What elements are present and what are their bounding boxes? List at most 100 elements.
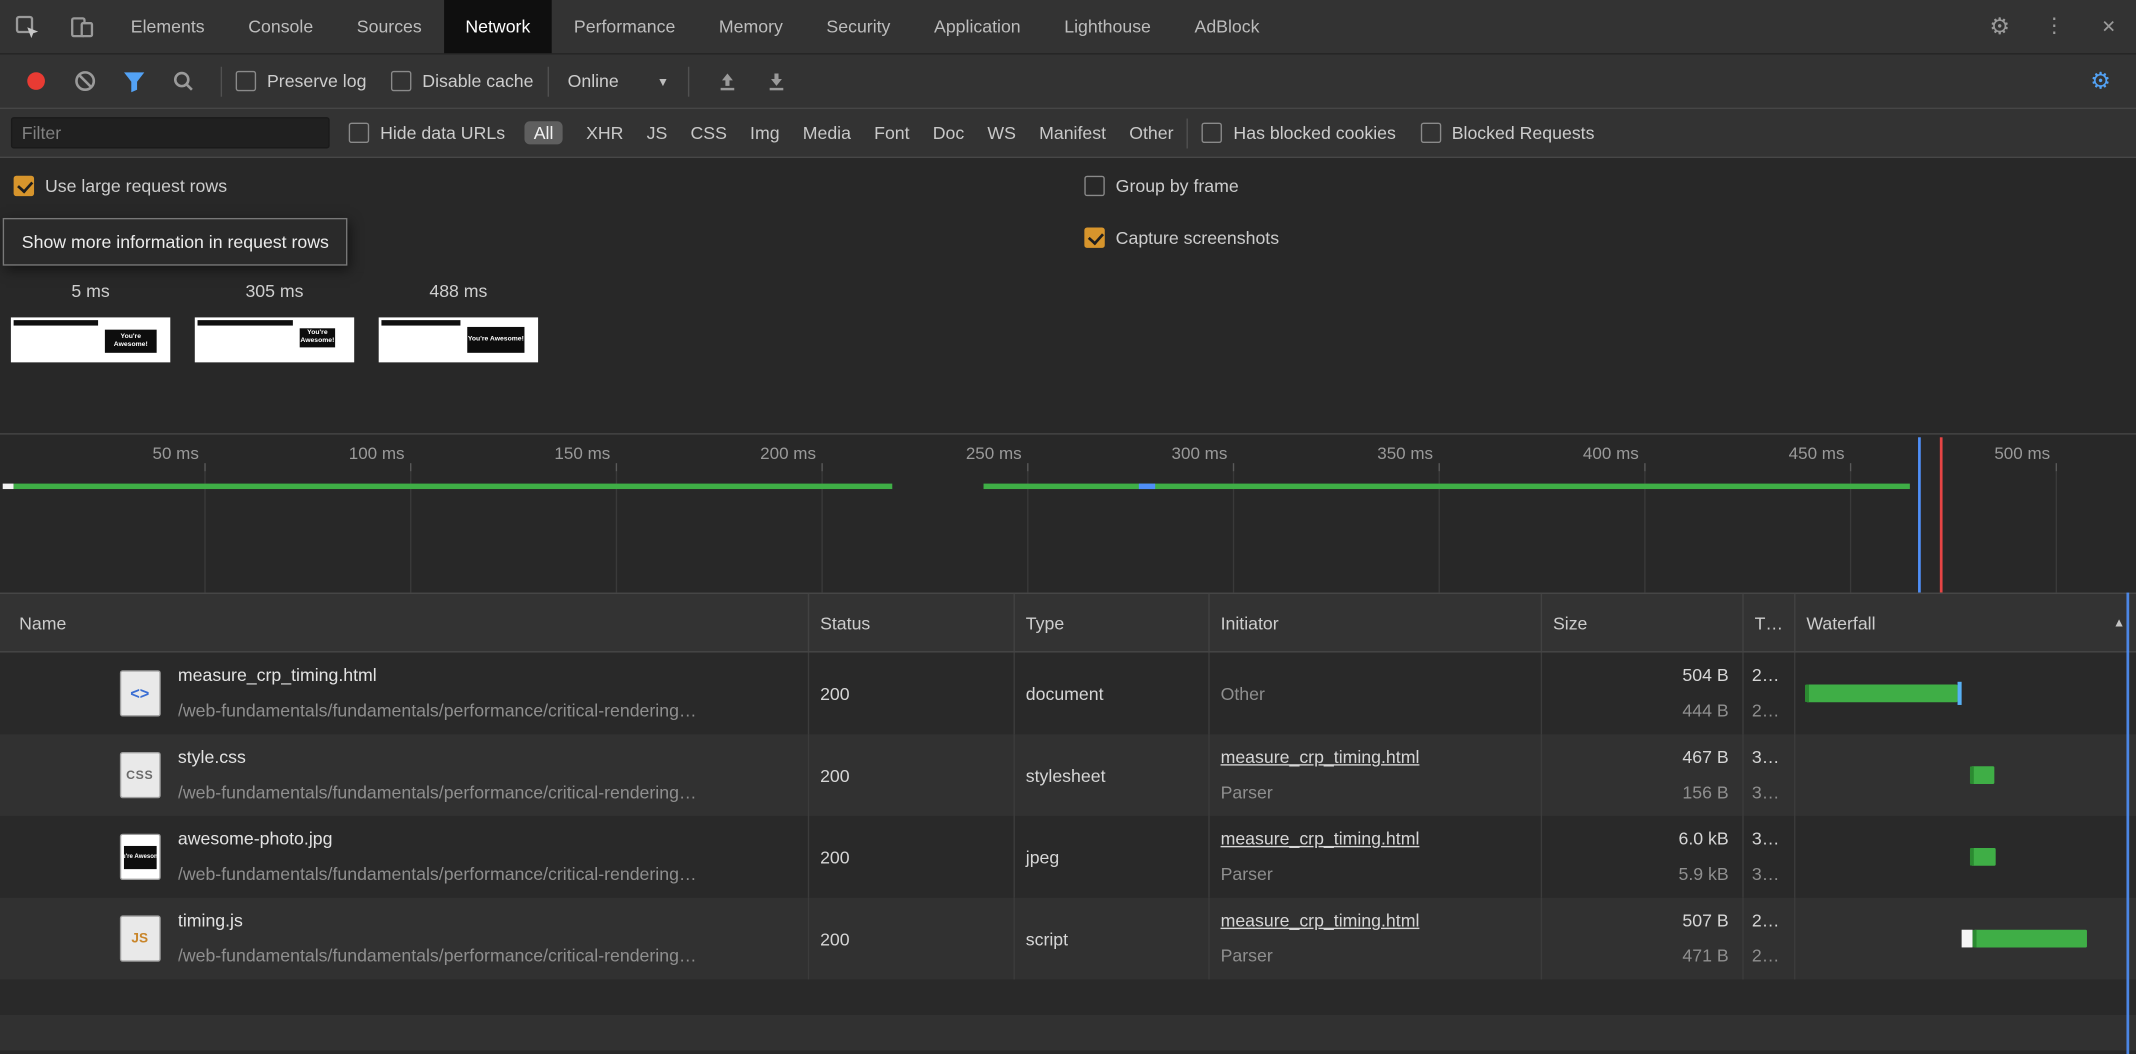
request-row[interactable]: JS timing.js /web-fundamentals/fundament…: [0, 898, 2136, 980]
waterfall-cell: [1795, 898, 2136, 980]
network-toolbar: Preserve log Disable cache Online ▼ ⚙: [0, 54, 2136, 108]
request-name: measure_crp_timing.html: [178, 658, 697, 693]
image-thumbnail-icon: You're Awesome!: [119, 834, 160, 880]
checkbox-box: [391, 71, 411, 91]
filter-toggle-button[interactable]: [109, 57, 158, 106]
initiator-link[interactable]: measure_crp_timing.html: [1221, 740, 1530, 775]
import-har-button[interactable]: [703, 57, 752, 106]
time-cell: 3…3…: [1744, 734, 1796, 816]
checkbox-box: [236, 71, 256, 91]
column-header-name[interactable]: Name: [0, 594, 809, 651]
tab-security[interactable]: Security: [805, 0, 913, 53]
filter-type-media[interactable]: Media: [803, 123, 851, 143]
blocked-requests-checkbox[interactable]: Blocked Requests: [1420, 123, 1594, 143]
column-header-type[interactable]: Type: [1015, 594, 1210, 651]
domcontentloaded-line: [2126, 593, 2129, 1054]
tab-adblock[interactable]: AdBlock: [1173, 0, 1282, 53]
use-large-request-rows-checkbox[interactable]: Use large request rows: [14, 176, 227, 196]
column-header-status[interactable]: Status: [809, 594, 1015, 651]
filmstrip-frame[interactable]: You're Awesome!: [11, 317, 170, 362]
hide-data-urls-checkbox[interactable]: Hide data URLs: [349, 123, 505, 143]
group-by-frame-checkbox[interactable]: Group by frame: [1084, 176, 1238, 196]
request-row[interactable]: You're Awesome! awesome-photo.jpg /web-f…: [0, 816, 2136, 898]
filter-type-xhr[interactable]: XHR: [586, 123, 623, 143]
filter-type-img[interactable]: Img: [750, 123, 780, 143]
funnel-icon: [122, 70, 145, 92]
request-name: timing.js: [178, 903, 697, 938]
waterfall-cell: [1795, 816, 2136, 898]
disable-cache-checkbox[interactable]: Disable cache: [391, 71, 534, 91]
preserve-log-checkbox[interactable]: Preserve log: [236, 71, 367, 91]
tab-network[interactable]: Network: [444, 0, 553, 53]
close-icon[interactable]: ✕: [2082, 0, 2136, 53]
type-cell: script: [1015, 898, 1210, 980]
filter-type-css[interactable]: CSS: [690, 123, 726, 143]
overview-ruler: 50 ms100 ms150 ms200 ms250 ms300 ms350 m…: [0, 435, 2136, 472]
filter-input[interactable]: [11, 117, 330, 148]
device-toolbar-icon[interactable]: [54, 0, 108, 53]
filter-type-doc[interactable]: Doc: [933, 123, 965, 143]
filter-type-ws[interactable]: WS: [987, 123, 1016, 143]
column-header-size[interactable]: Size: [1542, 594, 1744, 651]
filter-type-other[interactable]: Other: [1129, 123, 1173, 143]
frame-timestamp: 488 ms: [379, 281, 538, 301]
inspect-element-icon[interactable]: [0, 0, 54, 53]
table-header: Name Status Type Initiator Size T… Water…: [0, 593, 2136, 653]
filter-type-manifest[interactable]: Manifest: [1039, 123, 1106, 143]
status-cell: 200: [809, 816, 1015, 898]
toolbar-separator: [688, 66, 689, 96]
record-dot-icon: [27, 72, 45, 90]
record-network-log-button[interactable]: [11, 57, 60, 106]
has-blocked-cookies-checkbox[interactable]: Has blocked cookies: [1202, 123, 1396, 143]
request-path: /web-fundamentals/fundamentals/performan…: [178, 775, 697, 810]
filter-type-all[interactable]: All: [524, 121, 563, 144]
checkbox-box: [1202, 123, 1222, 143]
toolbar-separator: [221, 66, 222, 96]
settings-gear-icon[interactable]: ⚙: [1973, 0, 2027, 53]
type-cell: jpeg: [1015, 816, 1210, 898]
initiator-link[interactable]: measure_crp_timing.html: [1221, 821, 1530, 856]
tab-application[interactable]: Application: [912, 0, 1042, 53]
filmstrip-frame-group: 488 ms You're Awesome!: [379, 281, 538, 363]
network-settings-gear-icon[interactable]: ⚙: [2076, 57, 2125, 106]
tab-lighthouse[interactable]: Lighthouse: [1042, 0, 1172, 53]
initiator-link[interactable]: measure_crp_timing.html: [1221, 903, 1530, 938]
status-cell: 200: [809, 653, 1015, 735]
column-header-waterfall[interactable]: Waterfall ▲: [1795, 594, 2136, 651]
checkbox-box: [1084, 176, 1104, 196]
request-path: /web-fundamentals/fundamentals/performan…: [178, 857, 697, 892]
time-cell: 2…2…: [1744, 898, 1796, 980]
capture-screenshots-checkbox[interactable]: Capture screenshots: [1084, 227, 1279, 247]
frame-timestamp: 5 ms: [11, 281, 170, 301]
overview-graph: [0, 471, 2136, 592]
filmstrip-frame-group: 305 ms You're Awesome!: [195, 281, 354, 363]
filter-type-js[interactable]: JS: [647, 123, 668, 143]
clear-network-log-button[interactable]: [60, 57, 109, 106]
network-overview[interactable]: 50 ms100 ms150 ms200 ms250 ms300 ms350 m…: [0, 433, 2136, 592]
requests-table: Name Status Type Initiator Size T… Water…: [0, 593, 2136, 1054]
column-header-time[interactable]: T…: [1744, 594, 1796, 651]
request-path: /web-fundamentals/fundamentals/performan…: [178, 693, 697, 728]
request-row[interactable]: <> measure_crp_timing.html /web-fundamen…: [0, 653, 2136, 735]
empty-rows-area: [0, 979, 2136, 1054]
export-har-button[interactable]: [752, 57, 801, 106]
throttling-select[interactable]: Online ▼: [562, 71, 674, 91]
request-row[interactable]: CSS style.css /web-fundamentals/fundamen…: [0, 734, 2136, 816]
filter-type-font[interactable]: Font: [874, 123, 909, 143]
resource-type-filters: All XHR JS CSS Img Media Font Doc WS Man…: [524, 121, 1173, 144]
checkbox-box: [14, 176, 34, 196]
column-header-initiator[interactable]: Initiator: [1210, 594, 1542, 651]
tab-console[interactable]: Console: [226, 0, 335, 53]
tab-elements[interactable]: Elements: [109, 0, 226, 53]
initiator-cell: measure_crp_timing.html Parser: [1210, 816, 1542, 898]
tab-performance[interactable]: Performance: [552, 0, 697, 53]
search-button[interactable]: [158, 57, 207, 106]
tab-memory[interactable]: Memory: [697, 0, 805, 53]
kebab-menu-icon[interactable]: ⋮: [2027, 0, 2081, 53]
filmstrip-frame[interactable]: You're Awesome!: [379, 317, 538, 362]
screenshot-filmstrip: 5 ms You're Awesome! 305 ms You're Aweso…: [0, 272, 2136, 433]
html-file-icon: <>: [119, 670, 160, 716]
filmstrip-frame[interactable]: You're Awesome!: [195, 317, 354, 362]
clear-icon: [73, 69, 96, 92]
tab-sources[interactable]: Sources: [335, 0, 444, 53]
